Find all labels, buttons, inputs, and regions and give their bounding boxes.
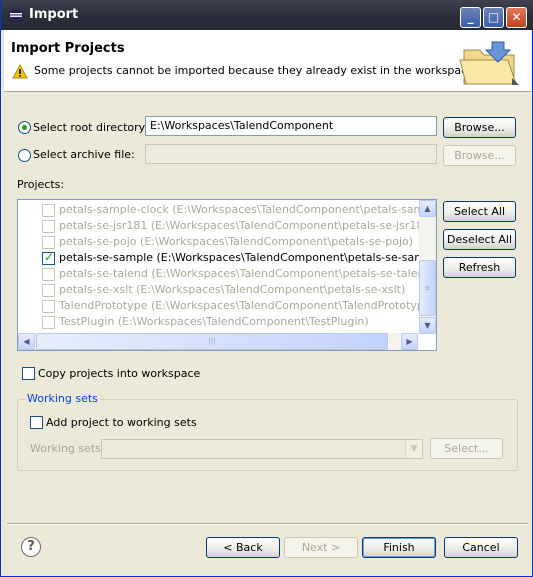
working-sets-combo[interactable]: ▼	[101, 439, 423, 459]
project-checkbox[interactable]	[42, 268, 55, 281]
horizontal-scrollbar[interactable]: ◀ ||| ▶	[18, 333, 419, 350]
page-title: Import Projects	[11, 41, 125, 56]
header-banner: Import Projects Some projects cannot be …	[4, 30, 531, 92]
warning-message: Some projects cannot be imported because…	[34, 64, 474, 77]
working-sets-title: Working sets	[25, 392, 100, 405]
list-item[interactable]: petals-sample-clock (E:\Workspaces\Talen…	[18, 202, 436, 218]
list-item[interactable]: TalendPrototype (E:\Workspaces\TalendCom…	[18, 298, 435, 314]
project-checkbox[interactable]	[42, 236, 55, 249]
minimize-button[interactable]: _	[460, 7, 481, 28]
list-item[interactable]: petals-se-jsr181 (E:\Workspaces\TalendCo…	[18, 218, 435, 234]
scroll-up-icon[interactable]: ▲	[419, 200, 436, 217]
finish-button[interactable]: Finish	[362, 537, 436, 558]
add-to-working-sets-checkbox[interactable]	[30, 416, 43, 429]
project-name: petals-se-jsr181 (E:\Workspaces\TalendCo…	[59, 219, 435, 232]
select-working-sets-button[interactable]: Select...	[430, 438, 503, 459]
help-icon[interactable]: ?	[21, 537, 41, 557]
project-name: petals-se-pojo (E:\Workspaces\TalendComp…	[59, 235, 414, 248]
root-directory-radio[interactable]	[18, 121, 31, 134]
cancel-button[interactable]: Cancel	[444, 537, 518, 558]
import-folder-icon	[459, 41, 519, 85]
list-item[interactable]: petals-se-pojo (E:\Workspaces\TalendComp…	[18, 234, 418, 250]
copy-projects-checkbox[interactable]	[22, 367, 35, 380]
root-directory-label: Select root directory:	[33, 121, 149, 134]
root-directory-input[interactable]: E:\Workspaces\TalendComponent	[145, 116, 437, 136]
deselect-all-button[interactable]: Deselect All	[443, 229, 516, 250]
scroll-right-icon[interactable]: ▶	[401, 333, 418, 350]
eclipse-icon	[9, 8, 23, 22]
project-name: TalendPrototype (E:\Workspaces\TalendCom…	[59, 299, 435, 312]
back-button[interactable]: < Back	[206, 537, 280, 558]
window-title: Import	[29, 7, 79, 22]
copy-projects-label: Copy projects into workspace	[38, 367, 201, 380]
next-button[interactable]: Next >	[284, 537, 358, 558]
archive-file-label: Select archive file:	[33, 148, 135, 161]
vertical-scrollbar[interactable]: ▲ ≡ ▼	[419, 200, 436, 334]
vertical-scroll-thumb[interactable]: ≡	[419, 260, 436, 316]
import-dialog: Import _ □ ✕ Import Projects Some projec…	[0, 0, 533, 577]
project-name: TestPlugin (E:\Workspaces\TalendComponen…	[59, 315, 369, 328]
project-checkbox[interactable]	[42, 300, 55, 313]
maximize-button[interactable]: □	[483, 7, 504, 28]
title-bar[interactable]: Import _ □ ✕	[1, 0, 533, 30]
list-item[interactable]: petals-se-sample (E:\Workspaces\TalendCo…	[18, 250, 436, 266]
project-name: petals-se-sample (E:\Workspaces\TalendCo…	[59, 251, 437, 264]
add-to-working-sets-label: Add project to working sets	[46, 416, 197, 429]
working-sets-label: Working sets:	[30, 442, 105, 455]
archive-file-input[interactable]	[145, 144, 437, 164]
project-name: petals-sample-clock (E:\Workspaces\Talen…	[59, 203, 437, 216]
working-sets-group	[17, 399, 518, 471]
footer-separator	[7, 523, 528, 525]
close-button[interactable]: ✕	[506, 7, 527, 28]
browse-archive-button[interactable]: Browse...	[443, 145, 516, 166]
project-checkbox[interactable]	[42, 250, 55, 265]
list-item[interactable]: TestPlugin (E:\Workspaces\TalendComponen…	[18, 314, 418, 330]
scroll-left-icon[interactable]: ◀	[18, 333, 35, 350]
project-name: petals-se-xslt (E:\Workspaces\TalendComp…	[59, 283, 406, 296]
projects-label: Projects:	[17, 178, 65, 191]
select-all-button[interactable]: Select All	[443, 201, 516, 222]
projects-list[interactable]: petals-sample-clock (E:\Workspaces\Talen…	[17, 199, 437, 351]
list-item[interactable]: petals-se-talend (E:\Workspaces\TalendCo…	[18, 266, 436, 282]
list-item[interactable]: petals-se-xslt (E:\Workspaces\TalendComp…	[18, 282, 418, 298]
warning-icon	[12, 64, 28, 79]
browse-root-button[interactable]: Browse...	[443, 117, 516, 138]
project-checkbox[interactable]	[42, 220, 55, 233]
chevron-down-icon[interactable]: ▼	[405, 440, 422, 458]
project-name: petals-se-talend (E:\Workspaces\TalendCo…	[59, 267, 436, 280]
archive-file-radio[interactable]	[18, 149, 31, 162]
project-checkbox[interactable]	[42, 204, 55, 217]
project-checkbox[interactable]	[42, 284, 55, 297]
project-checkbox[interactable]	[42, 316, 55, 329]
refresh-button[interactable]: Refresh	[443, 257, 516, 278]
horizontal-scroll-thumb[interactable]: |||	[36, 333, 388, 350]
scroll-down-icon[interactable]: ▼	[419, 317, 436, 334]
